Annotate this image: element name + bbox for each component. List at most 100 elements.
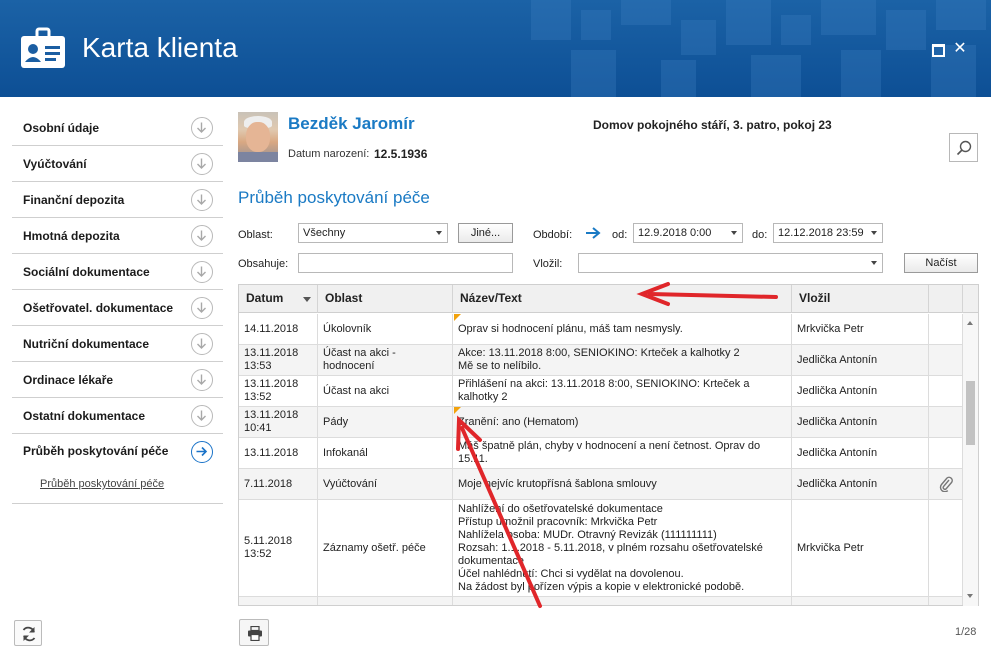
sidebar-item-label: Hmotná depozita <box>23 228 120 243</box>
od-label: od: <box>612 229 628 241</box>
arrow-right-circle-icon[interactable] <box>191 441 213 463</box>
cell-area: Záznamy ošetř. péče <box>318 500 453 596</box>
table-row[interactable]: 13.11.2018 13:53 Účast na akci - hodnocen… <box>239 345 963 376</box>
search-button[interactable] <box>949 133 978 162</box>
cell-attachment[interactable] <box>929 469 963 499</box>
do-datetime-field[interactable]: 12.12.2018 23:59 <box>773 223 883 243</box>
arrow-down-circle-icon[interactable] <box>191 153 213 175</box>
maximize-icon[interactable] <box>930 42 945 57</box>
scroll-up-icon[interactable] <box>967 321 973 325</box>
obsahuje-input[interactable] <box>298 253 513 273</box>
chevron-down-icon <box>436 231 442 235</box>
cell-area: Úkolovník <box>318 314 453 344</box>
client-name: Bezděk Jaromír <box>288 114 415 133</box>
sidebar-item[interactable]: Finanční depozita <box>12 182 223 218</box>
sidebar-item[interactable]: Ordinace lékaře <box>12 362 223 398</box>
cell-area: Pády <box>318 407 453 437</box>
client-photo <box>238 112 278 162</box>
arrow-right-icon[interactable] <box>585 227 601 239</box>
cell-user <box>792 597 929 605</box>
cell-attachment <box>929 438 963 468</box>
table-row[interactable]: 5.11.2018 13:52 Záznamy ošetř. péče Nahlíž… <box>239 500 963 597</box>
sidebar-item[interactable]: Osobní údaje <box>12 110 223 146</box>
arrow-down-circle-icon[interactable] <box>191 117 213 139</box>
paperclip-icon[interactable] <box>939 476 953 492</box>
column-header-date[interactable]: Datum <box>239 285 318 313</box>
close-icon[interactable]: ✕ <box>953 41 967 57</box>
arrow-down-circle-icon[interactable] <box>191 261 213 283</box>
sort-desc-icon <box>303 297 311 302</box>
sidebar-item[interactable]: Nutriční dokumentace <box>12 326 223 362</box>
cell-user: Jedlička Antonín <box>792 407 929 437</box>
arrow-down-circle-icon[interactable] <box>191 369 213 391</box>
arrow-down-circle-icon[interactable] <box>191 333 213 355</box>
jine-button[interactable]: Jiné... <box>458 223 513 243</box>
arrow-down-circle-icon[interactable] <box>191 405 213 427</box>
cell-text: Zranění: ano (Hematom) <box>453 407 792 437</box>
column-header-date-label: Datum <box>246 291 284 305</box>
column-header-area[interactable]: Oblast <box>318 285 453 313</box>
sidebar-item-label: Sociální dokumentace <box>23 264 150 279</box>
table-row[interactable]: 27.10.2018 <box>239 597 963 605</box>
cell-text: Máš špatně plán, chyby v hodnocení a nen… <box>453 438 792 468</box>
cell-text-text: Přihlášení na akci: 13.11.2018 8:00, SEN… <box>458 378 750 403</box>
cell-area: Vyúčtování <box>318 469 453 499</box>
table-row[interactable]: 13.11.2018 10:41 Pády Zranění: ano (Hemato… <box>239 407 963 438</box>
cell-date: 14.11.2018 <box>239 314 318 344</box>
scroll-down-icon[interactable] <box>967 594 973 598</box>
cell-area-text: Účast na akci - hodnocení <box>323 347 396 372</box>
column-header-attachment <box>929 285 963 313</box>
sidebar-item[interactable]: Sociální dokumentace <box>12 254 223 290</box>
cell-date-text: 13.11.2018 <box>244 446 299 459</box>
records-table: Datum Oblast Název/Text Vložil 14.11.201… <box>238 284 979 606</box>
cell-user: Jedlička Antonín <box>792 438 929 468</box>
arrow-down-circle-icon[interactable] <box>191 297 213 319</box>
arrow-down-circle-icon[interactable] <box>191 225 213 247</box>
cell-user: Mrkvička Petr <box>792 314 929 344</box>
od-datetime-field[interactable]: 12.9.2018 0:00 <box>633 223 743 243</box>
oblast-label: Oblast: <box>238 229 273 241</box>
cell-date: 13.11.2018 13:52 <box>239 376 318 406</box>
cell-user-text: Jedlička Antonín <box>797 384 878 397</box>
column-header-text[interactable]: Název/Text <box>453 285 792 313</box>
cell-date: 5.11.2018 13:52 <box>239 500 318 596</box>
cell-text: Moje nejvíc krutopřísná šablona smlouvy <box>453 469 792 499</box>
cell-date: 13.11.2018 <box>239 438 318 468</box>
cell-date-text: 5.11.2018 13:52 <box>244 535 293 560</box>
sidebar-item-label: Ošetřovatel. dokumentace <box>23 300 174 315</box>
cell-date: 7.11.2018 <box>239 469 318 499</box>
table-row[interactable]: 7.11.2018 Vyúčtování Moje nejvíc krutopřís… <box>239 469 963 500</box>
scroll-thumb[interactable] <box>966 381 975 445</box>
sidebar-item-label: Ordinace lékaře <box>23 372 114 387</box>
oblast-value: Všechny <box>303 227 346 239</box>
cell-date-text: 7.11.2018 <box>244 477 293 490</box>
sidebar-subitem-link[interactable]: Průběh poskytování péče <box>40 478 164 490</box>
cell-area-text: Úkolovník <box>323 322 372 335</box>
nacist-button[interactable]: Načíst <box>904 253 978 273</box>
sidebar-item[interactable]: Vyúčtování <box>12 146 223 182</box>
cell-text: Přihlášení na akci: 13.11.2018 8:00, SEN… <box>453 376 792 406</box>
sidebar-item[interactable]: Hmotná depozita <box>12 218 223 254</box>
note-flag-icon <box>454 314 461 321</box>
refresh-button[interactable] <box>14 620 42 646</box>
column-header-user[interactable]: Vložil <box>792 285 929 313</box>
arrow-down-circle-icon[interactable] <box>191 189 213 211</box>
oblast-select[interactable]: Všechny <box>298 223 448 243</box>
table-row[interactable]: 13.11.2018 13:52 Účast na akci Přihlášení … <box>239 376 963 407</box>
cell-date-text: 13.11.2018 10:41 <box>244 409 299 434</box>
cell-text: Nahlížení do ošetřovatelské dokumentace … <box>453 500 792 596</box>
sidebar-item-label: Osobní údaje <box>23 120 100 135</box>
print-button[interactable] <box>239 619 269 646</box>
sidebar-item[interactable]: Průběh poskytování péče <box>12 434 223 468</box>
cell-area: Účast na akci - hodnocení <box>318 345 453 375</box>
sidebar-item[interactable]: Ostatní dokumentace <box>12 398 223 434</box>
table-scrollbar[interactable] <box>963 313 978 606</box>
table-row[interactable]: 13.11.2018 Infokanál Máš špatně plán, chyb… <box>239 438 963 469</box>
sidebar: Osobní údaje Vyúčtování Finanční depozita H… <box>12 110 223 504</box>
client-card-icon <box>21 27 65 68</box>
cell-area-text: Účast na akci <box>323 384 390 397</box>
vlozil-select[interactable] <box>578 253 883 273</box>
sidebar-item[interactable]: Ošetřovatel. dokumentace <box>12 290 223 326</box>
sidebar-item-label: Finanční depozita <box>23 192 125 207</box>
table-row[interactable]: 14.11.2018 Úkolovník Oprav si hodnocení pl… <box>239 314 963 345</box>
